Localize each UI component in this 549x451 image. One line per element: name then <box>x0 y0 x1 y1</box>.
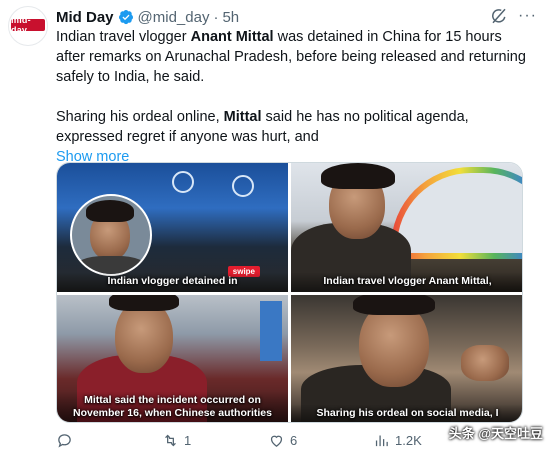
bold-name-anant: Anant Mittal <box>190 29 274 45</box>
post-paragraph-2: Sharing his ordeal online, Mittal said h… <box>56 109 469 145</box>
media-caption-2: Indian travel vlogger Anant Mittal, <box>291 272 522 292</box>
post-header: Mid Day @mid_day · 5h ··· <box>56 7 537 27</box>
media-image-3[interactable]: Mittal said the incident occurred on Nov… <box>57 295 288 422</box>
more-icon[interactable]: ··· <box>518 8 537 24</box>
media-grid: swipe Indian vlogger detained in Indian … <box>56 162 523 423</box>
inset-portrait <box>70 194 152 276</box>
media-image-4[interactable]: Sharing his ordeal on social media, I <box>291 295 522 422</box>
mid-day-logo: mid-day <box>11 15 45 35</box>
like-count: 6 <box>290 433 298 448</box>
reply-button[interactable] <box>56 432 78 449</box>
media-caption-4: Sharing his ordeal on social media, I <box>291 404 522 422</box>
verified-badge-icon <box>118 10 133 25</box>
post-paragraph-1: Indian travel vlogger Anant Mittal was d… <box>56 29 526 85</box>
views-count: 1.2K <box>395 433 422 448</box>
repost-icon <box>165 434 176 447</box>
grok-icon[interactable] <box>490 7 508 25</box>
repost-button[interactable]: 1 <box>162 432 191 449</box>
views-button[interactable]: 1.2K <box>373 432 422 449</box>
author-handle[interactable]: @mid_day <box>138 9 210 26</box>
views-icon <box>375 435 388 447</box>
like-button[interactable]: 6 <box>268 432 297 449</box>
rainbow-arch <box>391 167 522 259</box>
media-image-2[interactable]: Indian travel vlogger Anant Mittal, <box>291 163 522 292</box>
media-image-1[interactable]: swipe Indian vlogger detained in <box>57 163 288 292</box>
reply-icon <box>58 434 71 448</box>
like-icon <box>270 435 283 447</box>
post-text: Indian travel vlogger Anant Mittal was d… <box>56 27 531 167</box>
bold-name-mittal: Mittal <box>223 109 262 125</box>
author-name[interactable]: Mid Day <box>56 9 114 26</box>
post-time[interactable]: 5h <box>222 9 239 26</box>
watermark: 头条 @天空吐豆 <box>449 423 543 442</box>
author-avatar[interactable]: mid-day <box>8 6 48 46</box>
media-caption-3: Mittal said the incident occurred on Nov… <box>57 391 288 422</box>
watermark-text: 头条 @天空吐豆 <box>448 426 543 441</box>
header-actions: ··· <box>490 7 537 25</box>
separator-dot: · <box>213 8 219 26</box>
repost-count: 1 <box>184 433 192 448</box>
media-caption-1: Indian vlogger detained in <box>57 272 288 292</box>
